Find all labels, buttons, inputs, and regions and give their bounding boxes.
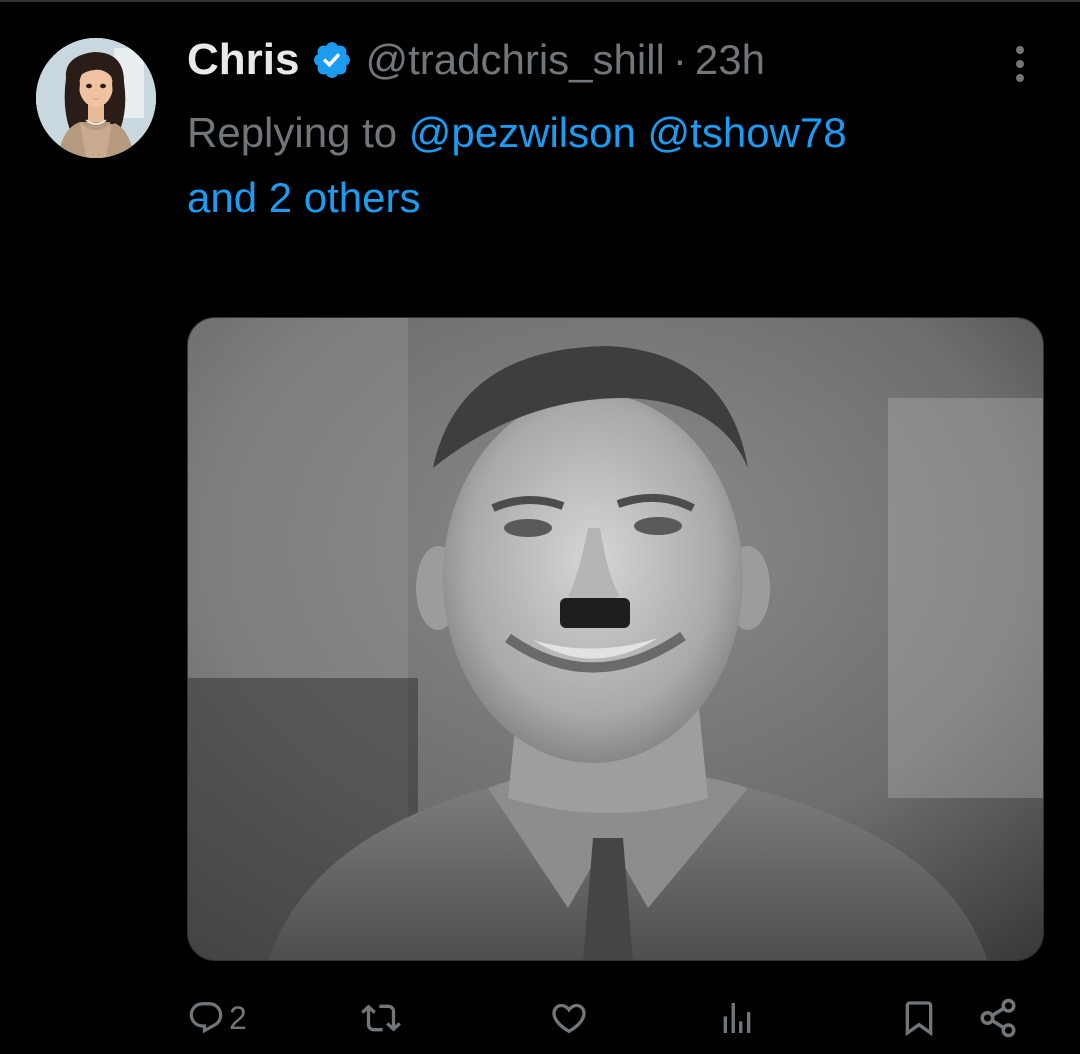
reply-count: 2 <box>229 999 247 1036</box>
bar-chart-icon <box>723 1003 751 1033</box>
retweet-icon <box>361 1004 401 1032</box>
divider <box>0 0 1080 2</box>
reply-button[interactable]: 2 <box>187 990 247 1046</box>
avatar-image <box>36 38 156 158</box>
replying-to: Replying to @pezwilson @tshow78 and 2 ot… <box>187 100 1047 230</box>
bookmark-icon <box>905 1001 933 1037</box>
verified-badge-icon[interactable] <box>311 39 353 81</box>
tweet[interactable]: Chris @tradchris_shill · 23h Replying to… <box>0 0 1080 1054</box>
views-button[interactable] <box>717 990 757 1046</box>
tweet-actions: 2 <box>187 990 1037 1046</box>
heart-icon <box>552 1003 586 1034</box>
timestamp[interactable]: 23h <box>695 36 765 84</box>
share-button[interactable] <box>977 990 1019 1046</box>
like-button[interactable] <box>549 990 589 1046</box>
reply-icon <box>189 1002 223 1034</box>
mention-link-tshow78[interactable]: @tshow78 <box>648 109 847 156</box>
mention-link-pezwilson[interactable]: @pezwilson <box>409 109 636 156</box>
more-dot-icon <box>1016 60 1024 68</box>
more-dot-icon <box>1016 46 1024 54</box>
share-icon <box>980 998 1016 1038</box>
avatar[interactable] <box>36 38 156 158</box>
bookmark-button[interactable] <box>899 990 939 1046</box>
photo-image <box>188 318 1043 960</box>
others-link[interactable]: and 2 others <box>187 174 421 221</box>
retweet-button[interactable] <box>361 990 401 1046</box>
tweet-header: Chris @tradchris_shill · 23h <box>187 32 765 88</box>
more-dot-icon <box>1016 74 1024 82</box>
user-handle[interactable]: @tradchris_shill <box>365 36 664 84</box>
separator-dot: · <box>672 36 687 83</box>
replying-to-label: Replying to <box>187 109 398 156</box>
display-name[interactable]: Chris <box>187 35 299 85</box>
tweet-media-photo[interactable] <box>187 317 1044 961</box>
more-options-button[interactable] <box>1004 40 1036 88</box>
